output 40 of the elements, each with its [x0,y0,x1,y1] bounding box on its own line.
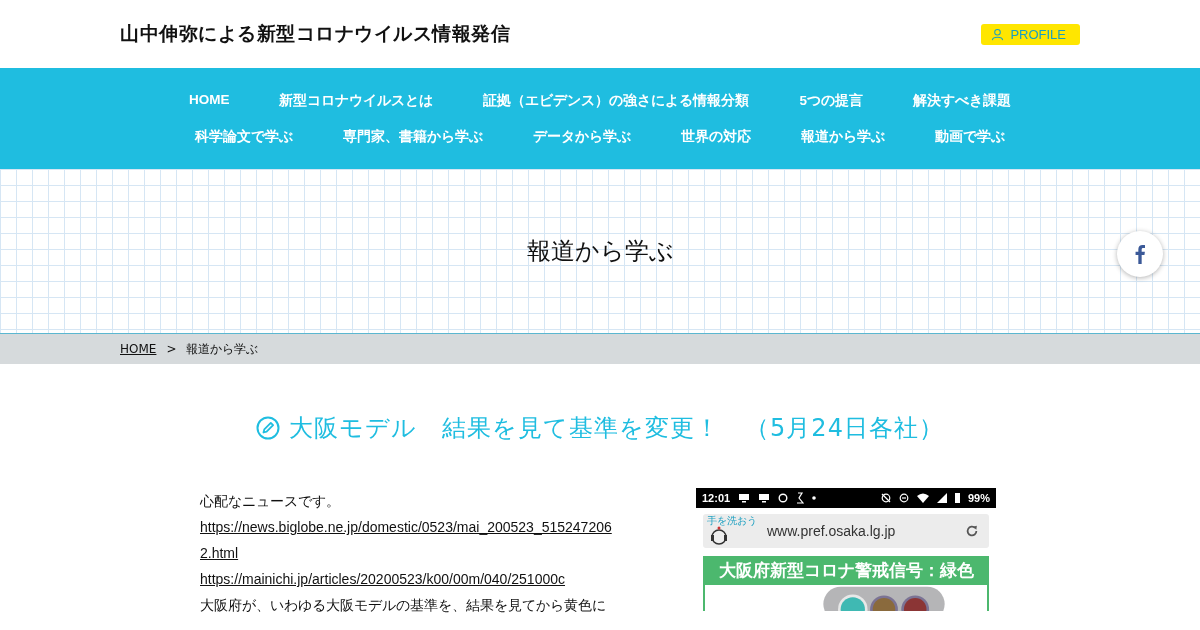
nav-link[interactable]: 動画で学ぶ [935,127,1005,146]
facebook-icon [1134,244,1146,264]
battery-icon [954,493,960,503]
alert-title: 大阪府新型コロナ警戒信号：緑色 [717,559,975,582]
nav-link[interactable]: 証拠（エビデンス）の強さによる情報分類 [483,91,750,110]
article-link[interactable]: https://mainichi.jp/articles/20200523/k00/00m/040/251000c [200,566,616,592]
profile-button[interactable]: PROFILE [981,23,1080,45]
site-title[interactable]: 山中伸弥による新型コロナウイルス情報発信 [120,21,510,47]
nav-link[interactable]: 5つの提言 [799,91,863,110]
user-icon [991,27,1005,41]
body-text: 心配なニュースです。 [200,492,341,511]
page-heading: 報道から学ぶ [526,236,674,267]
wifi-icon [916,493,929,503]
breadcrumb-separator: > [166,342,177,356]
nav-link[interactable]: 報道から学ぶ [801,127,885,146]
pencil-icon [256,416,281,440]
post-title: 大阪モデル 結果を見て基準を変更！ （5月24日各社） [289,413,944,444]
nav-link[interactable]: HOME [189,91,230,110]
nav-link[interactable]: 世界の対応 [681,127,751,146]
mascot-caption: 手を洗おう [707,516,757,526]
breadcrumb-current: 報道から学ぶ [186,340,259,358]
body-text: 大阪府が、いわゆる大阪モデルの基準を、結果を見てから黄色に [200,596,607,615]
nav-link[interactable]: 解決すべき課題 [913,91,1011,110]
battery-percent: 99% [967,492,990,504]
dot-icon [812,496,817,500]
facebook-button[interactable] [1117,231,1163,277]
reload-icon [965,524,979,538]
nav-link[interactable]: 新型コロナウイルスとは [279,91,434,110]
signal-icon [936,493,947,503]
breadcrumb-link[interactable]: HOME [120,342,157,356]
nav-link[interactable]: 科学論文で学ぶ [195,127,293,146]
monitor-icon [738,493,751,503]
monitor-icon [758,493,771,503]
do-not-disturb-icon [898,493,909,503]
status-time: 12:01 [702,492,731,504]
sync-icon [778,493,789,503]
mute-icon [880,493,891,503]
nav-link[interactable]: データから学ぶ [533,127,631,146]
nav-link[interactable]: 専門家、書籍から学ぶ [343,127,483,146]
url-text: www.pref.osaka.lg.jp [767,523,897,539]
